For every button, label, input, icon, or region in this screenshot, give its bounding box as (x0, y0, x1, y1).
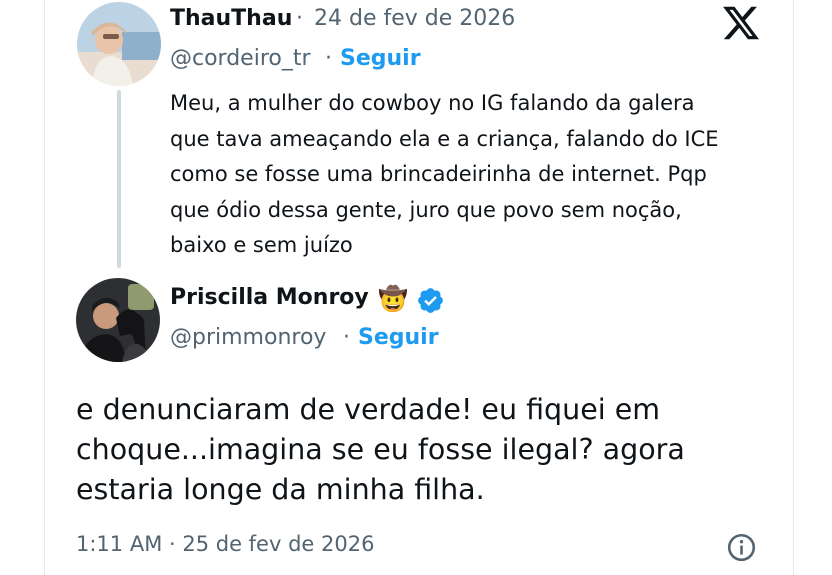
reply-separator: · (296, 6, 303, 31)
cowboy-emoji-icon: 🤠 (378, 285, 408, 313)
reply-handle-separator: · (325, 46, 332, 71)
reply-tweet-text: Meu, a mulher do cowboy no IG falando da… (170, 91, 719, 257)
main-handle[interactable]: @primmonroy (170, 325, 326, 350)
avatar-priscilla-monroy[interactable] (76, 278, 160, 362)
thread-connector-line (117, 90, 121, 268)
verified-badge-icon[interactable] (416, 286, 445, 315)
reply-follow-button[interactable]: Seguir (340, 46, 421, 71)
info-icon[interactable] (726, 532, 757, 563)
avatar-thauthau[interactable] (77, 2, 161, 86)
main-handle-separator: · (343, 325, 350, 350)
main-tweet-text: e denunciaram de verdade! eu fiquei em c… (76, 393, 685, 506)
main-tweet-timestamp[interactable]: 1:11 AM · 25 de fev de 2026 (76, 532, 374, 556)
main-follow-button[interactable]: Seguir (358, 325, 439, 350)
avatar-thauthau-image (77, 2, 161, 86)
main-author-name[interactable]: Priscilla Monroy (170, 285, 369, 310)
avatar-priscilla-image (76, 278, 160, 362)
reply-date[interactable]: 24 de fev de 2026 (314, 6, 515, 31)
x-logo-icon[interactable] (721, 3, 761, 43)
reply-handle[interactable]: @cordeiro_tr (170, 46, 311, 71)
reply-author-name[interactable]: ThauThau (170, 6, 292, 31)
